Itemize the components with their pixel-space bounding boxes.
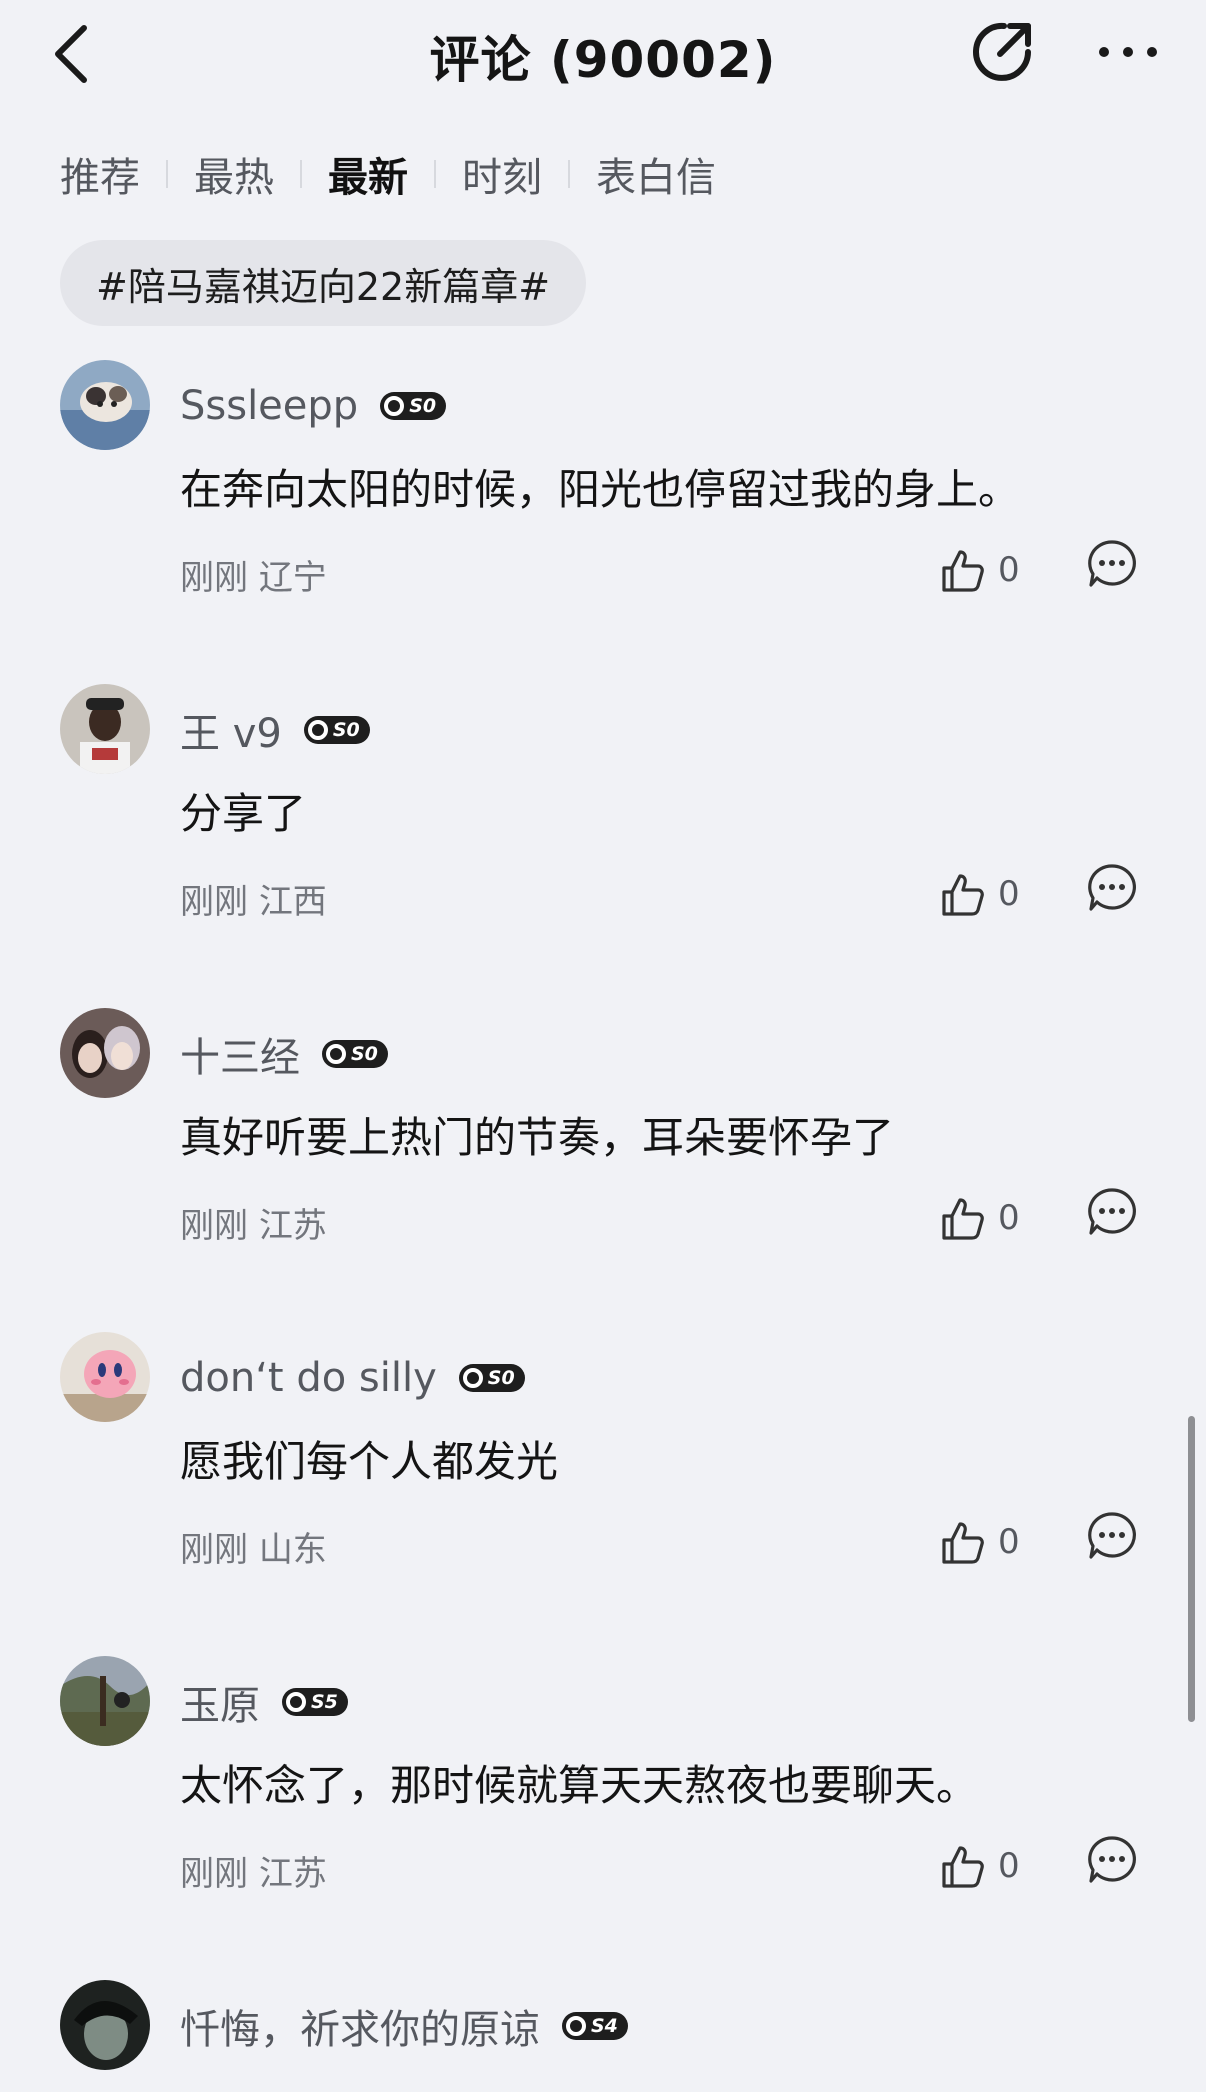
badge-ring-icon [326,1044,346,1064]
sort-tabs: 推荐 最热 最新 时刻 表白信 [60,146,716,202]
comment-text: 愿我们每个人都发光 [180,1437,559,1486]
thumbs-up-icon [942,874,984,916]
level-badge: S0 [322,1040,388,1068]
reply-button[interactable] [1086,1510,1138,1562]
reply-button[interactable] [1086,1834,1138,1886]
like-button[interactable]: 0 [938,1836,1020,1896]
tab-recommended[interactable]: 推荐 [60,145,140,203]
comment-meta: 刚刚 江苏 [180,1846,327,1895]
topic-tag[interactable]: #陪马嘉祺迈向22新篇章# [60,240,587,326]
comment-time: 刚刚 [180,1206,248,1246]
like-button[interactable]: 0 [938,1188,1020,1248]
comment-time: 刚刚 [180,558,248,598]
comment-item: don‘t do silly S0 愿我们每个人都发光 刚刚 山东 0 [0,1332,1206,1656]
level-badge: S4 [562,2012,628,2040]
comment-time: 刚刚 [180,1530,248,1570]
comment-location: 辽宁 [258,558,327,598]
comment-location: 江苏 [258,1854,327,1894]
comment-item: 十三经 S0 真好听要上热门的节奏，耳朵要怀孕了 刚刚 江苏 0 [0,1008,1206,1332]
comment-meta: 刚刚 江苏 [180,1198,327,1247]
username[interactable]: Sssleepp [180,383,358,429]
badge-ring-icon [566,2016,586,2036]
level-badge: S0 [380,392,447,420]
reply-button[interactable] [1086,538,1138,590]
avatar[interactable] [60,684,150,774]
badge-ring-icon [286,1692,306,1712]
comment-location: 江西 [258,882,327,922]
level-badge: S5 [282,1688,348,1716]
tab-latest[interactable]: 最新 [328,145,408,203]
chat-bubble-icon [1088,1836,1136,1883]
tab-divider [434,160,436,188]
chat-bubble-icon [1088,1512,1136,1559]
more-dots-icon [1099,47,1157,57]
comment-item: 王 v9 S0 分享了 刚刚 江西 0 [0,684,1206,1008]
comment-meta: 刚刚 山东 [180,1522,327,1571]
reply-button[interactable] [1086,1186,1138,1238]
comment-location: 江苏 [258,1206,327,1246]
like-count: 0 [998,550,1020,590]
more-button[interactable] [1096,38,1160,66]
comment-text: 分享了 [180,789,307,838]
comment-text: 太怀念了，那时候就算天天熬夜也要聊天。 [180,1761,979,1810]
username[interactable]: don‘t do silly [180,1355,437,1401]
top-bar: 评论 (90002) [0,0,1206,108]
tab-divider [568,160,570,188]
avatar[interactable] [60,1980,150,2070]
username[interactable]: 玉原 [180,1673,260,1731]
badge-ring-icon [307,720,328,740]
reply-button[interactable] [1086,862,1138,914]
username[interactable]: 王 v9 [180,701,282,759]
thumbs-up-icon [942,1522,984,1564]
share-icon [973,22,1031,81]
comment-text: 真好听要上热门的节奏，耳朵要怀孕了 [180,1113,895,1162]
like-button[interactable]: 0 [938,540,1020,600]
username[interactable]: 十三经 [180,1025,300,1083]
badge-ring-icon [384,396,405,416]
like-count: 0 [998,1846,1020,1886]
avatar[interactable] [60,1332,150,1422]
level-badge: S0 [458,1364,525,1392]
comment-text: 在奔向太阳的时候，阳光也停留过我的身上。 [180,465,1021,514]
tab-love-letters[interactable]: 表白信 [596,145,716,203]
level-badge: S0 [303,716,370,744]
badge-ring-icon [462,1368,483,1388]
tab-moments[interactable]: 时刻 [462,145,542,203]
like-button[interactable]: 0 [938,864,1020,924]
comment-location: 山东 [258,1530,327,1570]
tab-hottest[interactable]: 最热 [194,145,274,203]
comment-item: Sssleepp S0 在奔向太阳的时候，阳光也停留过我的身上。 刚刚 辽宁 0 [0,360,1206,684]
chat-bubble-icon [1088,540,1136,587]
like-count: 0 [998,874,1020,914]
avatar[interactable] [60,360,150,450]
thumbs-up-icon [942,1846,984,1888]
chat-bubble-icon [1088,864,1136,911]
avatar[interactable] [60,1656,150,1746]
comment-time: 刚刚 [180,882,248,922]
comment-meta: 刚刚 辽宁 [180,550,327,599]
comment-item: 忏悔，祈求你的原谅 S4 [0,1980,1206,2092]
avatar[interactable] [60,1008,150,1098]
thumbs-up-icon [942,550,984,592]
like-count: 0 [998,1198,1020,1238]
like-count: 0 [998,1522,1020,1562]
chat-bubble-icon [1088,1188,1136,1235]
tab-divider [300,160,302,188]
like-button[interactable]: 0 [938,1512,1020,1572]
share-button[interactable] [970,18,1036,84]
comment-time: 刚刚 [180,1854,248,1894]
scrollbar[interactable] [1188,1416,1195,1722]
tab-divider [166,160,168,188]
comment-item: 玉原 S5 太怀念了，那时候就算天天熬夜也要聊天。 刚刚 江苏 0 [0,1656,1206,1980]
comment-meta: 刚刚 江西 [180,874,327,923]
username[interactable]: 忏悔，祈求你的原谅 [180,1997,540,2055]
thumbs-up-icon [942,1198,984,1240]
